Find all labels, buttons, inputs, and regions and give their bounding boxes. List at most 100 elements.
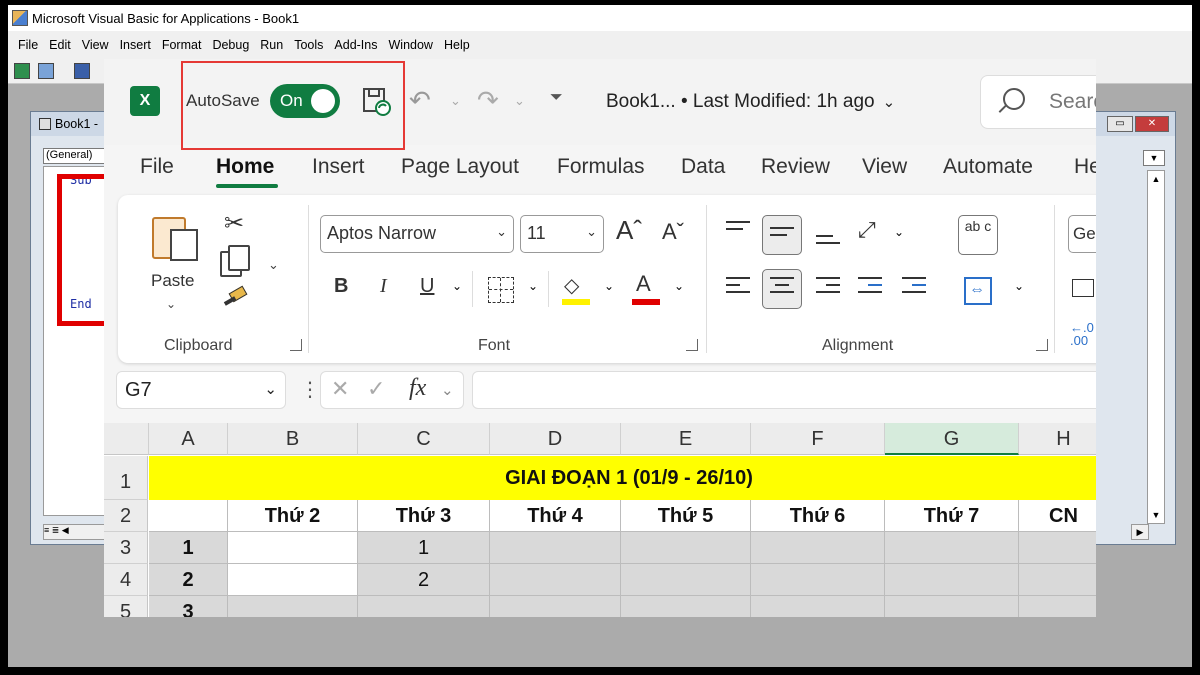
cell-h5[interactable] <box>1019 596 1096 617</box>
autosave-toggle[interactable]: On <box>270 84 340 118</box>
row-header-5[interactable]: 5 <box>104 596 148 617</box>
column-header-g[interactable]: G <box>885 423 1019 455</box>
borders-dropdown-icon[interactable]: ⌄ <box>528 279 538 293</box>
vbe-menu-file[interactable]: File <box>18 38 38 52</box>
redo-dropdown-icon[interactable]: ⌄ <box>514 93 525 109</box>
customize-qat-icon[interactable]: ⏷ <box>550 89 563 107</box>
number-format-select[interactable]: Gen <box>1068 215 1096 253</box>
vbe-menu-window[interactable]: Window <box>389 38 433 52</box>
font-name-select[interactable]: Aptos Narrow ⌄ <box>320 215 514 253</box>
scroll-right-arrow-icon[interactable]: ▶ <box>1131 524 1149 540</box>
cell-f3[interactable] <box>751 532 885 564</box>
cell-a3[interactable]: 1 <box>149 532 228 564</box>
column-header-f[interactable]: F <box>751 423 885 455</box>
formula-input[interactable] <box>472 371 1096 409</box>
cell-g2[interactable]: Thứ 7 <box>885 500 1019 532</box>
cell-d2[interactable]: Thứ 4 <box>490 500 621 532</box>
tab-home[interactable]: Home <box>216 155 274 179</box>
cell-f4[interactable] <box>751 564 885 596</box>
cell-g5[interactable] <box>885 596 1019 617</box>
vbe-menu-edit[interactable]: Edit <box>49 38 71 52</box>
tab-page-layout[interactable]: Page Layout <box>401 155 519 179</box>
cell-d5[interactable] <box>490 596 621 617</box>
paste-label[interactable]: Paste <box>151 271 194 291</box>
insert-function-icon[interactable]: fx <box>409 375 426 402</box>
column-header-h[interactable]: H <box>1019 423 1096 455</box>
cell-b4[interactable] <box>228 564 358 596</box>
row-header-3[interactable]: 3 <box>104 532 148 564</box>
save-sync-icon[interactable] <box>362 87 392 117</box>
vbe-menu-tools[interactable]: Tools <box>294 38 323 52</box>
merge-dropdown-icon[interactable]: ⌄ <box>1014 279 1024 293</box>
cell-a4[interactable]: 2 <box>149 564 228 596</box>
column-header-d[interactable]: D <box>490 423 621 455</box>
insert-userform-icon[interactable] <box>38 63 54 79</box>
decrease-indent-icon[interactable] <box>858 277 882 295</box>
copy-dropdown-icon[interactable]: ⌄ <box>268 257 279 273</box>
italic-icon[interactable]: I <box>380 275 387 298</box>
save-icon[interactable] <box>74 63 90 79</box>
row-header-2[interactable]: 2 <box>104 500 148 532</box>
orientation-icon[interactable]: ⤢ <box>858 217 876 243</box>
search-box[interactable]: Search <box>980 75 1096 129</box>
document-title[interactable]: Book1... • Last Modified: 1h ago ⌄ <box>606 91 895 113</box>
more-options-icon[interactable]: ⋮ <box>300 377 320 402</box>
row-header-1[interactable]: 1 <box>104 456 148 500</box>
tab-insert[interactable]: Insert <box>312 155 365 179</box>
cell-h3[interactable] <box>1019 532 1096 564</box>
chevron-down-icon[interactable]: ⌄ <box>441 381 454 399</box>
clipboard-launcher-icon[interactable] <box>290 339 302 351</box>
fill-color-icon[interactable]: ◇ <box>564 273 579 298</box>
wrap-text-icon[interactable]: ab c <box>958 215 998 255</box>
cell-g3[interactable] <box>885 532 1019 564</box>
cut-icon[interactable]: ✂ <box>224 209 244 238</box>
cell-d3[interactable] <box>490 532 621 564</box>
undo-dropdown-icon[interactable]: ⌄ <box>450 93 461 109</box>
vbe-menu-debug[interactable]: Debug <box>212 38 249 52</box>
increase-indent-icon[interactable] <box>902 277 926 295</box>
format-painter-icon[interactable] <box>223 285 248 313</box>
cell-c3[interactable]: 1 <box>358 532 490 564</box>
restore-button[interactable]: ▭ <box>1107 116 1133 132</box>
enter-icon[interactable]: ✓ <box>367 376 385 402</box>
accounting-format-icon[interactable] <box>1072 279 1094 297</box>
align-right-icon[interactable] <box>816 277 840 295</box>
cell-e5[interactable] <box>621 596 751 617</box>
top-align-icon[interactable] <box>726 221 750 239</box>
column-header-c[interactable]: C <box>358 423 490 455</box>
borders-icon[interactable] <box>488 277 514 303</box>
cell-e4[interactable] <box>621 564 751 596</box>
font-launcher-icon[interactable] <box>686 339 698 351</box>
font-size-select[interactable]: 11 ⌄ <box>520 215 604 253</box>
cell-c4[interactable]: 2 <box>358 564 490 596</box>
orientation-dropdown-icon[interactable]: ⌄ <box>894 225 904 239</box>
cell-e2[interactable]: Thứ 5 <box>621 500 751 532</box>
vbe-menu-help[interactable]: Help <box>444 38 470 52</box>
name-box[interactable]: G7 ⌄ <box>116 371 286 409</box>
tab-data[interactable]: Data <box>681 155 725 179</box>
paste-icon[interactable] <box>152 211 200 261</box>
scroll-down-arrow-icon[interactable]: ▼ <box>1148 507 1164 523</box>
cell-g4[interactable] <box>885 564 1019 596</box>
vbe-menu-run[interactable]: Run <box>260 38 283 52</box>
vbe-menu-insert[interactable]: Insert <box>120 38 151 52</box>
close-button[interactable]: ✕ <box>1135 116 1169 132</box>
cell-h4[interactable] <box>1019 564 1096 596</box>
merged-title-cell[interactable]: GIAI ĐOẠN 1 (01/9 - 26/10) <box>149 456 1096 500</box>
cell-f5[interactable] <box>751 596 885 617</box>
copy-icon[interactable] <box>220 245 250 277</box>
scroll-up-arrow-icon[interactable]: ▲ <box>1148 171 1164 187</box>
cell-c5[interactable] <box>358 596 490 617</box>
procedure-combo-dropdown[interactable]: ▼ <box>1143 150 1165 166</box>
font-color-dropdown-icon[interactable]: ⌄ <box>674 279 684 293</box>
tab-automate[interactable]: Automate <box>943 155 1033 179</box>
font-color-icon[interactable]: A <box>636 271 651 297</box>
tab-file[interactable]: File <box>140 155 174 179</box>
column-header-a[interactable]: A <box>149 423 228 455</box>
bottom-align-icon[interactable] <box>816 235 840 253</box>
align-left-icon[interactable] <box>726 277 750 295</box>
cell-a2[interactable] <box>149 500 228 532</box>
column-header-b[interactable]: B <box>228 423 358 455</box>
alignment-launcher-icon[interactable] <box>1036 339 1048 351</box>
cell-h2[interactable]: CN <box>1019 500 1096 532</box>
